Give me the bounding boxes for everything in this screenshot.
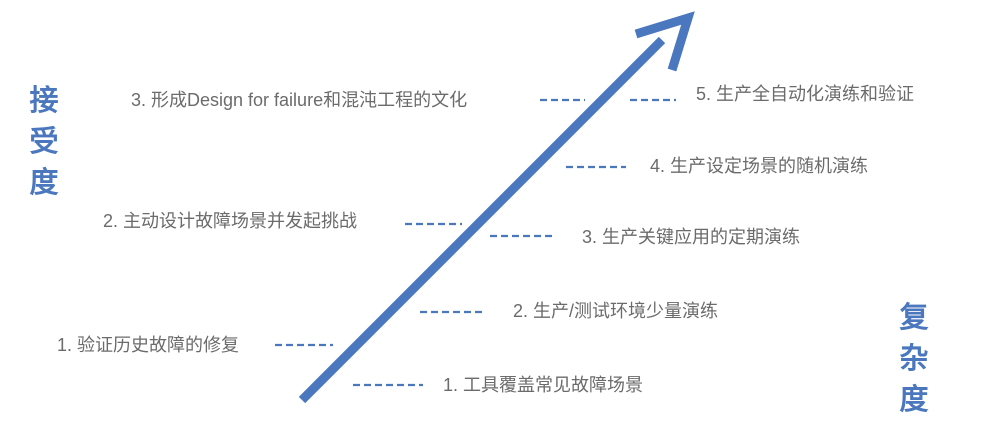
right-item-2: 2. 生产/测试环境少量演练: [513, 301, 719, 321]
right-item-5: 5. 生产全自动化演练和验证: [696, 84, 915, 104]
diagram-canvas: 接受度 复杂度 3. 形成Design for failure和混沌工程的文化 …: [0, 0, 994, 440]
acceptance-axis-title: 接受度: [29, 83, 59, 199]
right-item-3: 3. 生产关键应用的定期演练: [582, 227, 801, 247]
complexity-axis-title: 复杂度: [899, 300, 929, 416]
left-item-3: 3. 形成Design for failure和混沌工程的文化: [131, 90, 468, 110]
left-item-2: 2. 主动设计故障场景并发起挑战: [103, 211, 358, 231]
right-item-1: 1. 工具覆盖常见故障场景: [443, 375, 644, 395]
right-item-4: 4. 生产设定场景的随机演练: [650, 156, 869, 176]
left-item-1: 1. 验证历史故障的修复: [57, 335, 240, 355]
